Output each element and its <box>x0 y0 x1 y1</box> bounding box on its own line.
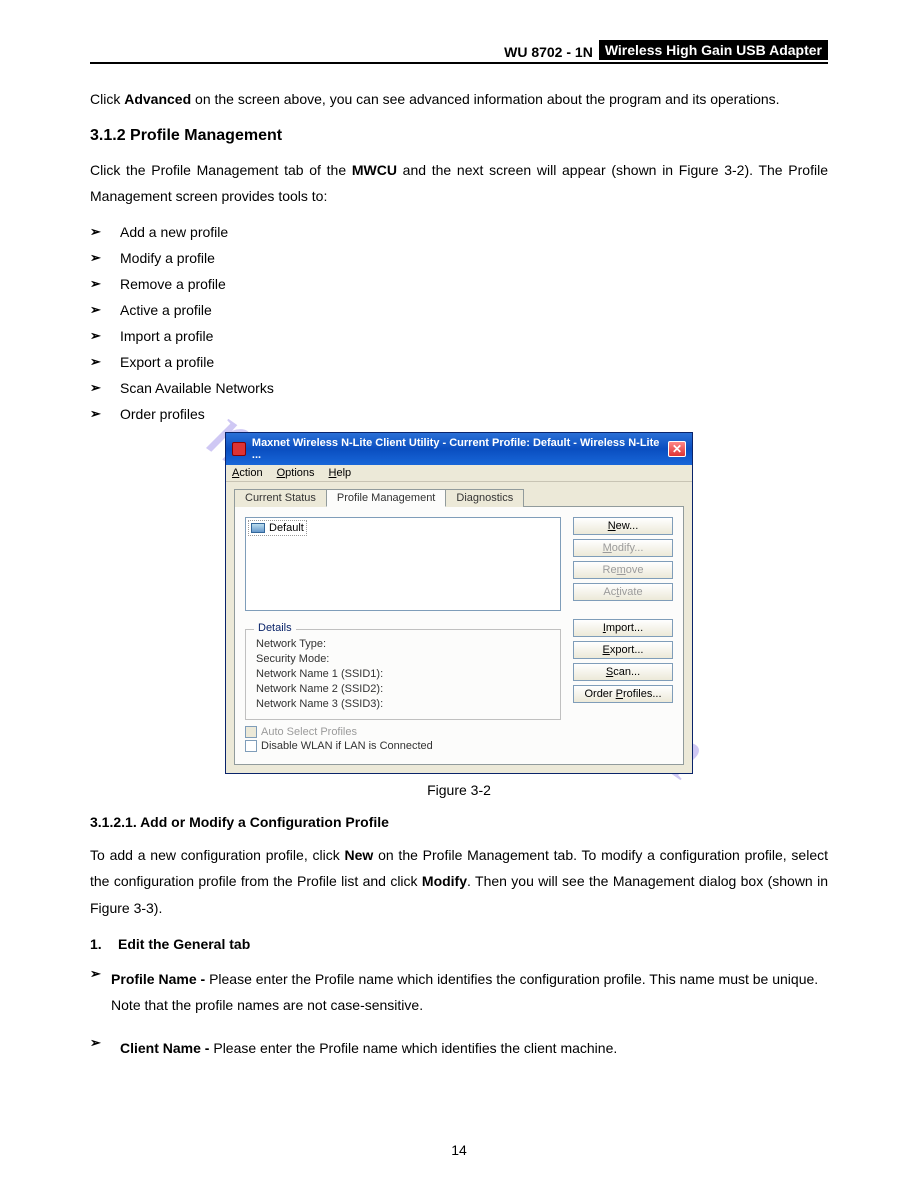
intro-post: on the screen above, you can see advance… <box>191 91 779 107</box>
list-item: ➢Scan Available Networks <box>90 380 828 396</box>
remove-button[interactable]: Remove <box>573 561 673 579</box>
detail-security-mode: Security Mode: <box>256 653 550 665</box>
button-column-bottom: Import... Export... Scan... Order Profil… <box>573 619 673 720</box>
intro-bold: Advanced <box>124 91 191 107</box>
app-icon <box>232 442 246 456</box>
auto-select-checkbox[interactable]: Auto Select Profiles <box>245 726 673 738</box>
sub-paragraph: To add a new configuration profile, clic… <box>90 842 828 922</box>
list-item: ➢Client Name - Please enter the Profile … <box>90 1035 828 1062</box>
sub-para-bold: Modify <box>422 873 467 889</box>
chevron-icon: ➢ <box>90 354 120 370</box>
checkbox-label: Disable WLAN if LAN is Connected <box>261 740 433 752</box>
disable-wlan-checkbox[interactable]: Disable WLAN if LAN is Connected <box>245 740 673 752</box>
detail-ssid2: Network Name 2 (SSID2): <box>256 683 550 695</box>
profile-icon <box>251 523 265 533</box>
order-profiles-button[interactable]: Order Profiles... <box>573 685 673 703</box>
tab-current-status[interactable]: Current Status <box>234 489 327 507</box>
import-button[interactable]: Import... <box>573 619 673 637</box>
menu-options[interactable]: Options <box>277 467 315 479</box>
feature-list: ➢Add a new profile ➢Modify a profile ➢Re… <box>90 224 828 422</box>
tab-diagnostics[interactable]: Diagnostics <box>445 489 524 507</box>
sub-section-heading: 3.1.2.1. Add or Modify a Configuration P… <box>90 814 828 830</box>
checkbox-group: Auto Select Profiles Disable WLAN if LAN… <box>245 726 673 752</box>
def-term: Profile Name - <box>111 971 209 987</box>
list-item: ➢Modify a profile <box>90 250 828 266</box>
list-item: ➢Profile Name - Please enter the Profile… <box>90 966 828 1019</box>
chevron-icon: ➢ <box>90 380 120 396</box>
dialog-window: Maxnet Wireless N-Lite Client Utility - … <box>225 432 693 774</box>
list-item-label: Add a new profile <box>120 224 228 240</box>
detail-ssid1: Network Name 1 (SSID1): <box>256 668 550 680</box>
sub-para-bold: New <box>345 847 374 863</box>
figure-wrap: Maxnet Wireless N-Lite Client Utility - … <box>90 432 828 798</box>
menu-help[interactable]: Help <box>329 467 352 479</box>
list-item: ➢Export a profile <box>90 354 828 370</box>
page-number: 14 <box>0 1142 918 1158</box>
figure-caption: Figure 3-2 <box>427 782 491 798</box>
details-group: Details Network Type: Security Mode: Net… <box>245 629 561 720</box>
list-item-label: Modify a profile <box>120 250 215 266</box>
tab-pane: Default New... Modify... Remove Activate… <box>234 506 684 765</box>
list-item: ➢Order profiles <box>90 406 828 422</box>
def-term: Client Name - <box>120 1040 213 1056</box>
new-button[interactable]: New... <box>573 517 673 535</box>
list-item: ➢Add a new profile <box>90 224 828 240</box>
list-item-label: Import a profile <box>120 328 213 344</box>
menu-action[interactable]: Action <box>232 467 263 479</box>
sub-para-part: To add a new configuration profile, clic… <box>90 847 345 863</box>
section-heading: 3.1.2 Profile Management <box>90 127 828 145</box>
list-item: ➢Active a profile <box>90 302 828 318</box>
scan-button[interactable]: Scan... <box>573 663 673 681</box>
chevron-icon: ➢ <box>90 1035 120 1051</box>
detail-ssid3: Network Name 3 (SSID3): <box>256 698 550 710</box>
step-text: Edit the General tab <box>118 936 250 952</box>
definition-list: ➢Profile Name - Please enter the Profile… <box>90 966 828 1062</box>
tab-profile-management[interactable]: Profile Management <box>326 489 446 507</box>
model-number: WU 8702 - 1N <box>504 44 599 60</box>
profile-item-label: Default <box>269 522 304 534</box>
list-item-label: Order profiles <box>120 406 205 422</box>
tab-row: Current Status Profile Management Diagno… <box>226 482 692 506</box>
window-title: Maxnet Wireless N-Lite Client Utility - … <box>252 437 668 461</box>
list-item: ➢Import a profile <box>90 328 828 344</box>
checkbox-icon <box>245 740 257 752</box>
button-column-top: New... Modify... Remove Activate <box>573 517 673 611</box>
checkbox-label: Auto Select Profiles <box>261 726 357 738</box>
list-item-label: Active a profile <box>120 302 212 318</box>
export-button[interactable]: Export... <box>573 641 673 659</box>
product-title: Wireless High Gain USB Adapter <box>599 40 828 60</box>
titlebar[interactable]: Maxnet Wireless N-Lite Client Utility - … <box>226 433 692 465</box>
numbered-step: 1.Edit the General tab <box>90 936 828 952</box>
chevron-icon: ➢ <box>90 250 120 266</box>
profile-item-default[interactable]: Default <box>248 520 307 536</box>
chevron-icon: ➢ <box>90 966 111 982</box>
chevron-icon: ➢ <box>90 406 120 422</box>
chevron-icon: ➢ <box>90 302 120 318</box>
checkbox-icon <box>245 726 257 738</box>
page-header: WU 8702 - 1N Wireless High Gain USB Adap… <box>90 40 828 60</box>
list-item-label: Remove a profile <box>120 276 226 292</box>
modify-button[interactable]: Modify... <box>573 539 673 557</box>
chevron-icon: ➢ <box>90 276 120 292</box>
activate-button[interactable]: Activate <box>573 583 673 601</box>
def-desc: Please enter the Profile name which iden… <box>213 1040 617 1056</box>
def-desc: Please enter the Profile name which iden… <box>111 971 818 1014</box>
step-number: 1. <box>90 936 118 952</box>
intro-paragraph: Click Advanced on the screen above, you … <box>90 86 828 113</box>
chevron-icon: ➢ <box>90 224 120 240</box>
list-item-label: Export a profile <box>120 354 214 370</box>
details-legend: Details <box>254 622 296 634</box>
header-rule <box>90 62 828 64</box>
detail-network-type: Network Type: <box>256 638 550 650</box>
intro-pre: Click <box>90 91 124 107</box>
section-paragraph: Click the Profile Management tab of the … <box>90 157 828 210</box>
chevron-icon: ➢ <box>90 328 120 344</box>
section-para-bold: MWCU <box>352 162 397 178</box>
section-para-pre: Click the Profile Management tab of the <box>90 162 352 178</box>
menubar: Action Options Help <box>226 465 692 482</box>
close-button[interactable]: ✕ <box>668 441 686 457</box>
list-item: ➢Remove a profile <box>90 276 828 292</box>
profile-list[interactable]: Default <box>245 517 561 611</box>
list-item-label: Scan Available Networks <box>120 380 274 396</box>
